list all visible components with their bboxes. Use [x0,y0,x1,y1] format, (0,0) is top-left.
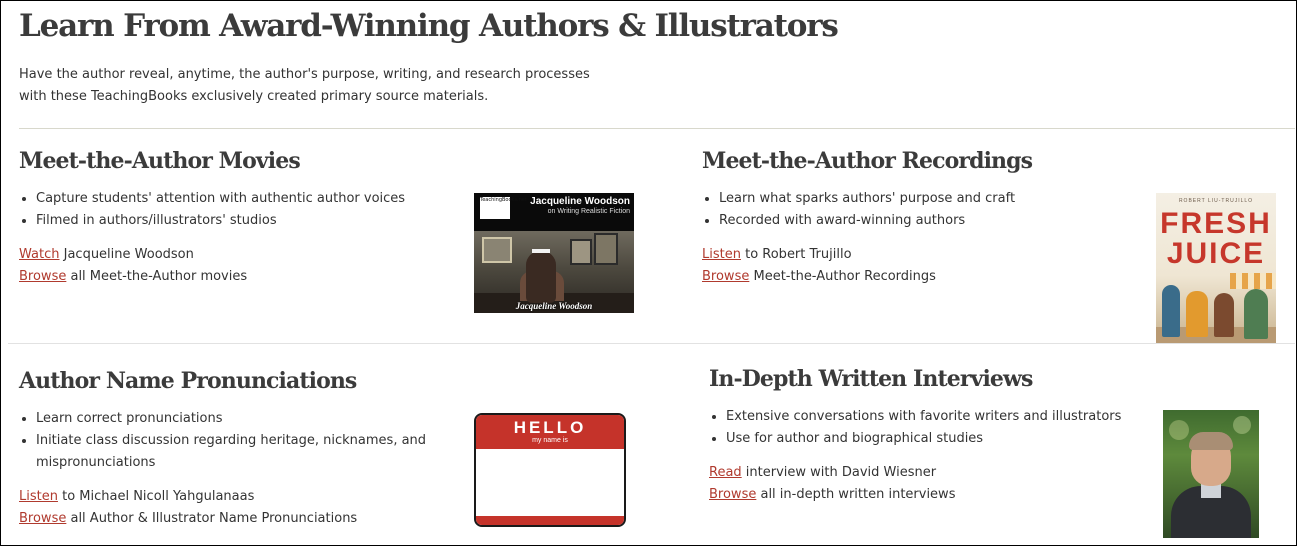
photo-background [1233,416,1251,434]
cover-illustration [1230,273,1276,289]
bullet-item: Use for author and biographical studies [709,428,1149,450]
link-text: Jacqueline Woodson [59,247,194,262]
name-tag-footer [476,516,624,525]
link-group: Watch Jacqueline Woodson Browse all Meet… [19,244,459,288]
teachingbooks-logo: TeachingBooks.net [480,197,527,219]
watch-link[interactable]: Watch [19,247,59,262]
bullet-list: Capture students' attention with authent… [19,188,459,232]
link-text: all in-depth written interviews [756,487,956,502]
link-group: Listen to Robert Trujillo Browse Meet-th… [702,244,1142,288]
name-tag-thumbnail[interactable]: HELLO my name is [474,413,626,527]
browse-link[interactable]: Browse [19,269,66,284]
listen-link[interactable]: Listen [19,489,58,504]
intro-line: Have the author reveal, anytime, the aut… [19,67,590,82]
section-title: Meet-the-Author Recordings [702,148,1033,174]
link-text: all Author & Illustrator Name Pronunciat… [66,511,358,526]
bullet-item: Capture students' attention with authent… [19,188,459,210]
cover-figure [1186,291,1208,337]
section-interviews: In-Depth Written Interviews Extensive co… [709,366,1149,506]
link-text: Meet-the-Author Recordings [749,269,936,284]
book-title: FRESH [1160,207,1272,240]
thumb-author-name: Jacqueline Woodson [530,196,630,207]
divider [19,128,1295,129]
bullet-list: Learn correct pronunciations Initiate cl… [19,408,459,474]
movie-thumbnail[interactable]: TeachingBooks.net Jacqueline Woodson on … [474,193,634,313]
link-text: to Robert Trujillo [740,247,852,262]
cover-figure [1244,289,1268,339]
section-movies: Meet-the-Author Movies Capture students'… [19,148,459,288]
bullet-item: Learn what sparks authors' purpose and c… [702,188,1142,210]
read-link[interactable]: Read [709,465,742,480]
section-pronunciations: Author Name Pronunciations Learn correct… [19,368,459,530]
book-title: JUICE [1166,237,1266,270]
picture-frame [482,237,512,263]
link-group: Read interview with David Wiesner Browse… [709,462,1149,506]
link-text: to Michael Nicoll Yahgulanaas [57,489,255,504]
book-cover-thumbnail[interactable]: ROBERT LIU-TRUJILLO FRESH JUICE [1156,193,1276,343]
bullet-list: Learn what sparks authors' purpose and c… [702,188,1142,232]
photo-hair [1189,432,1233,450]
intro-text: Have the author reveal, anytime, the aut… [19,64,619,108]
thumb-subtitle: on Writing Realistic Fiction [547,208,630,215]
section-recordings: Meet-the-Author Recordings Learn what sp… [702,148,1142,288]
bullet-item: Initiate class discussion regarding heri… [19,430,459,474]
link-text: all Meet-the-Author movies [66,269,248,284]
picture-frame [570,239,592,265]
photo-background [1169,420,1189,440]
photo-collar [1201,484,1221,498]
section-title: Meet-the-Author Movies [19,148,301,174]
section-title: In-Depth Written Interviews [709,366,1033,392]
listen-link[interactable]: Listen [702,247,741,262]
bullet-item: Extensive conversations with favorite wr… [709,406,1149,428]
picture-frame [594,233,618,265]
bullet-item: Learn correct pronunciations [19,408,459,430]
page-title: Learn From Award-Winning Authors & Illus… [19,8,839,44]
bullet-list: Extensive conversations with favorite wr… [709,406,1149,450]
link-text: interview with David Wiesner [741,465,937,480]
thumb-caption: Jacqueline Woodson [515,301,593,311]
divider [8,343,1295,344]
author-photo-thumbnail[interactable] [1163,410,1259,538]
headband [532,249,550,253]
book-author: ROBERT LIU-TRUJILLO [1178,198,1254,204]
browse-link[interactable]: Browse [702,269,749,284]
bullet-item: Recorded with award-winning authors [702,210,1142,232]
cover-figure [1162,285,1180,337]
section-title: Author Name Pronunciations [19,368,357,394]
intro-line: with these TeachingBooks exclusively cre… [19,89,489,104]
bullet-item: Filmed in authors/illustrators' studios [19,210,459,232]
link-group: Listen to Michael Nicoll Yahgulanaas Bro… [19,486,459,530]
my-name-is-text: my name is [532,437,568,444]
hello-text: HELLO [513,418,587,437]
browse-link[interactable]: Browse [19,511,66,526]
browse-link[interactable]: Browse [709,487,756,502]
cover-figure [1214,293,1234,337]
person-head [526,251,556,303]
